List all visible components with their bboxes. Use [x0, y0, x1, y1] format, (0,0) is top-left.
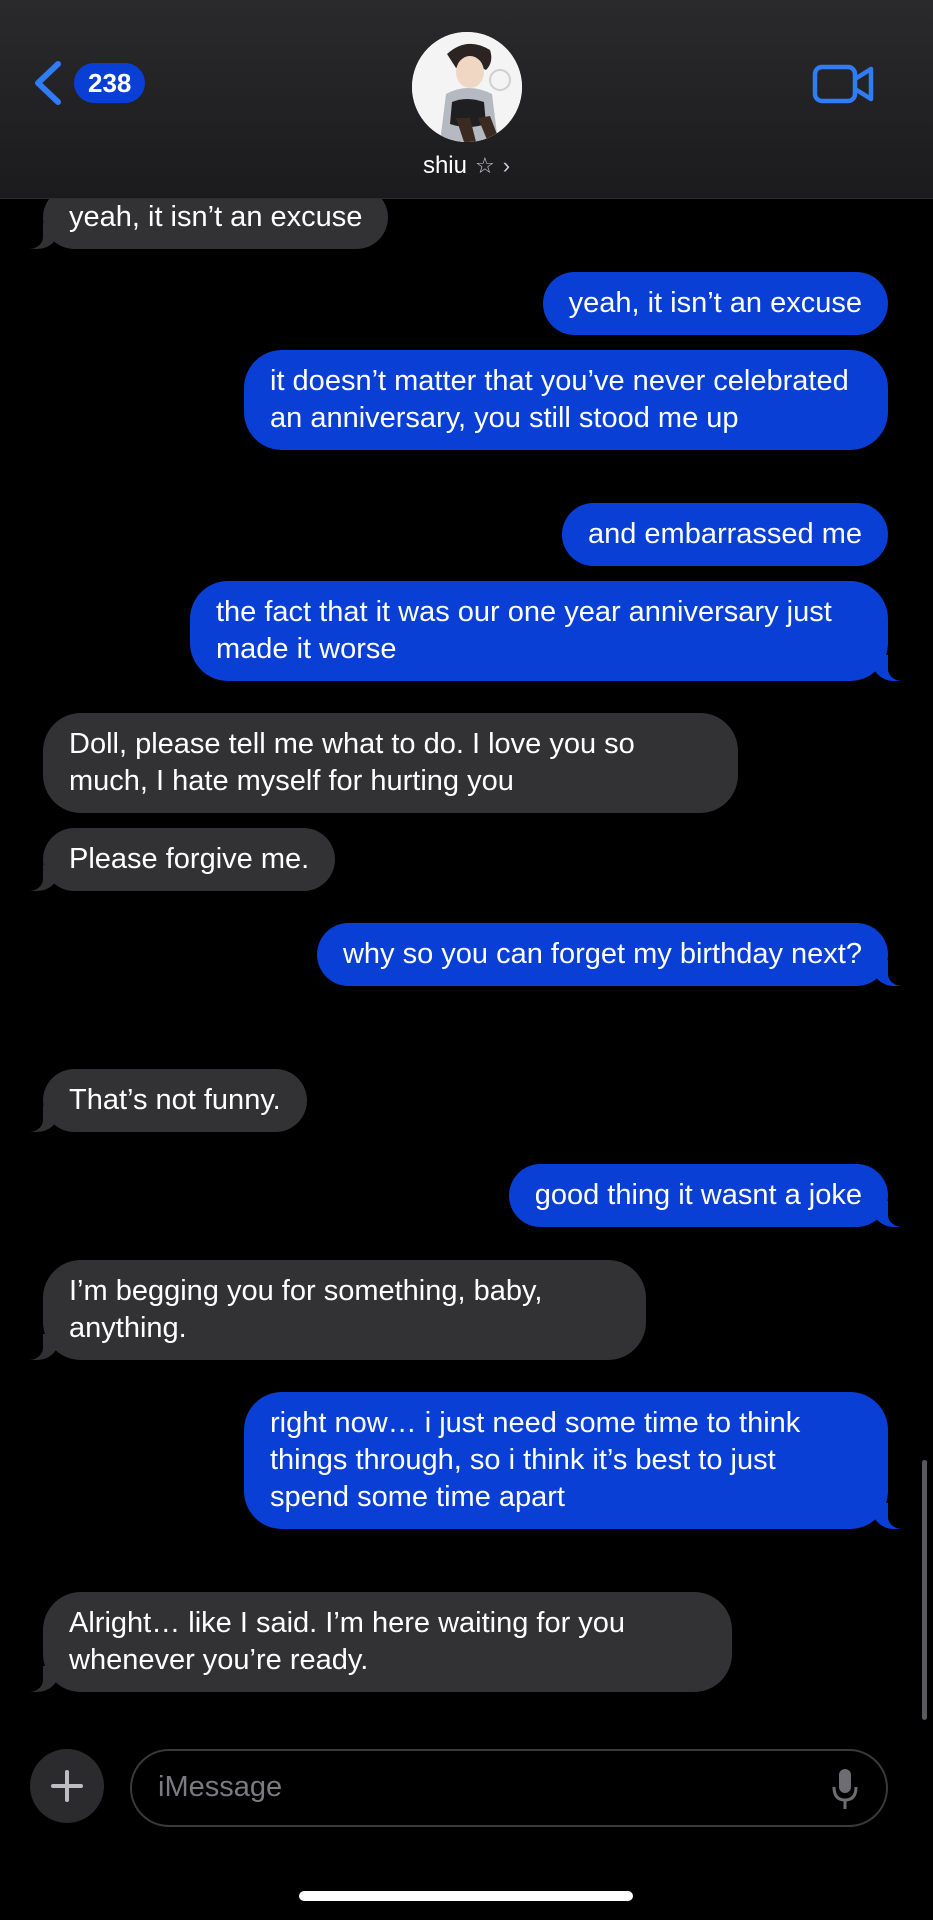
contact-name: shiu	[422, 152, 467, 179]
message-input[interactable]: iMessage	[130, 1749, 888, 1827]
video-call-button[interactable]	[812, 62, 874, 106]
star-icon: ☆	[474, 153, 495, 178]
sent-message[interactable]: it doesn’t matter that you’ve never cele…	[244, 350, 888, 450]
received-message[interactable]: Doll, please tell me what to do. I love …	[43, 713, 738, 813]
unread-count-badge: 238	[74, 63, 146, 103]
received-message[interactable]: That’s not funny.	[13, 1069, 307, 1132]
message-input-placeholder: iMessage	[158, 1771, 283, 1803]
back-button[interactable]: 238	[30, 58, 170, 108]
received-message[interactable]: Alright… like I said. I’m here waiting f…	[13, 1592, 732, 1692]
plus-icon	[51, 1770, 83, 1802]
received-message[interactable]: I’m begging you for something, baby, any…	[13, 1260, 646, 1360]
sent-message[interactable]: yeah, it isn’t an excuse	[542, 272, 888, 335]
sent-message[interactable]: why so you can forget my birthday next?	[316, 923, 919, 986]
chevron-right-icon: ›	[502, 153, 511, 178]
received-message[interactable]: Please forgive me.	[12, 828, 336, 891]
sent-message[interactable]: the fact that it was our one year annive…	[190, 581, 918, 681]
scrollbar[interactable]	[922, 1460, 927, 1720]
sent-message[interactable]: right now… i just need some time to thin…	[244, 1392, 918, 1529]
sent-message[interactable]: and embarrassed me	[561, 503, 888, 566]
avatar-illustration-icon	[412, 32, 522, 142]
conversation-header: 238 shiu ☆ ›	[0, 0, 933, 199]
home-indicator[interactable]	[299, 1891, 633, 1901]
microphone-icon[interactable]	[832, 1767, 858, 1811]
sent-message[interactable]: good thing it wasnt a joke	[508, 1164, 919, 1227]
add-attachment-button[interactable]	[30, 1749, 104, 1823]
chevron-left-icon	[35, 61, 61, 105]
composer-bar: iMessage	[0, 1735, 933, 1835]
contact-avatar[interactable]	[412, 32, 522, 142]
contact-name-row[interactable]: shiu ☆ ›	[0, 152, 933, 180]
